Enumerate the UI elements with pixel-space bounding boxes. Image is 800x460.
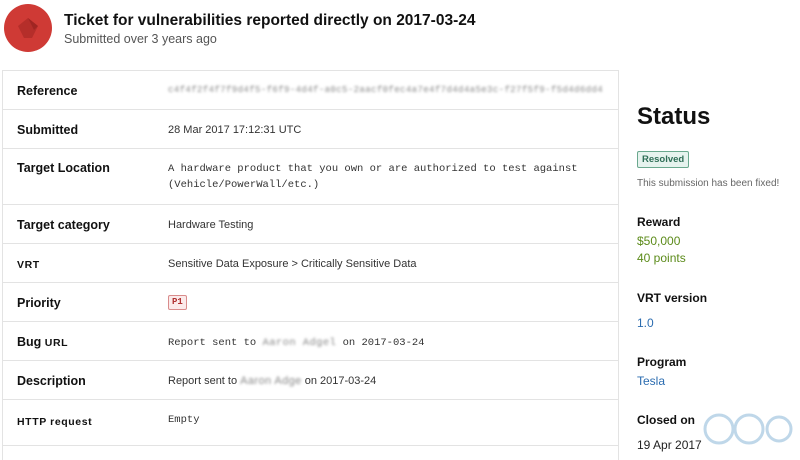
priority-value: P1 — [168, 295, 187, 310]
program-link[interactable]: Tesla — [637, 374, 665, 388]
value-reference: c4f4f2f4f7f9d4f5-f6f9-4d4f-a0c5-2aacf0fe… — [168, 85, 604, 95]
value-vrt: Sensitive Data Exposure > Critically Sen… — [168, 258, 417, 270]
bug-url-prefix: Report sent to — [168, 337, 257, 349]
submitted-ago: Submitted over 3 years ago — [64, 32, 217, 46]
label-target-category: Target category — [17, 218, 110, 232]
value-submitted: 28 Mar 2017 17:12:31 UTC — [168, 124, 302, 136]
row-bug-url: Bug URL Report sent to Aaron Adgel on 20… — [3, 322, 618, 361]
value-description: Report sent to Aaron Adge on 2017-03-24 — [168, 375, 376, 387]
details-table: Reference c4f4f2f4f7f9d4f5-f6f9-4d4f-a0c… — [2, 70, 619, 460]
row-description: Description Report sent to Aaron Adge on… — [3, 361, 618, 400]
reward-amount: $50,000 — [637, 234, 681, 248]
priority-badge: P1 — [168, 295, 187, 310]
bug-url-redacted: Aaron Adgel — [262, 337, 337, 349]
bug-url-suffix: on 2017-03-24 — [342, 337, 425, 349]
description-redacted: Aaron Adge — [240, 375, 302, 387]
watermark-logo — [699, 409, 794, 449]
row-http-request: HTTP request Empty — [3, 400, 618, 446]
reward-points: 40 points — [637, 251, 686, 265]
label-bug-url: Bug URL — [17, 335, 69, 349]
label-vrt: VRT — [17, 259, 40, 271]
vrt-version-label: VRT version — [637, 291, 708, 305]
program-label: Program — [637, 355, 687, 369]
row-target-location: Target Location A hardware product that … — [3, 149, 618, 205]
value-target-category: Hardware Testing — [168, 219, 254, 231]
label-url-part: URL — [44, 337, 69, 349]
status-sidebar: Status Resolved This submission has been… — [637, 0, 800, 453]
label-submitted: Submitted — [17, 123, 79, 137]
label-http-request: HTTP request — [17, 416, 93, 428]
reward-label: Reward — [637, 215, 681, 229]
row-reference: Reference c4f4f2f4f7f9d4f5-f6f9-4d4f-a0c… — [3, 71, 618, 110]
row-vrt: VRT Sensitive Data Exposure > Critically… — [3, 244, 618, 283]
label-target-location: Target Location — [17, 161, 110, 175]
value-bug-url: Report sent to Aaron Adgel on 2017-03-24 — [168, 337, 424, 349]
description-suffix: on 2017-03-24 — [304, 375, 377, 387]
closed-label: Closed on — [637, 413, 696, 427]
closed-date: 19 Apr 2017 — [637, 438, 702, 452]
description-prefix: Report sent to — [168, 375, 238, 387]
label-description: Description — [17, 374, 86, 388]
page-title: Ticket for vulnerabilities reported dire… — [64, 12, 476, 29]
row-submitted: Submitted 28 Mar 2017 17:12:31 UTC — [3, 110, 618, 149]
value-target-location-line2: (Vehicle/PowerWall/etc.) — [168, 179, 320, 191]
value-target-location: A hardware product that you own or are a… — [168, 163, 578, 175]
status-text: This submission has been fixed! — [637, 178, 780, 189]
vrt-version-link[interactable]: 1.0 — [637, 316, 654, 330]
row-target-category: Target category Hardware Testing — [3, 205, 618, 244]
status-heading: Status — [637, 103, 711, 130]
status-badge: Resolved — [637, 151, 690, 168]
label-priority: Priority — [17, 296, 61, 310]
program-logo — [4, 4, 52, 52]
label-reference: Reference — [17, 84, 78, 98]
row-priority: Priority P1 — [3, 283, 618, 322]
value-http-request: Empty — [168, 414, 200, 426]
